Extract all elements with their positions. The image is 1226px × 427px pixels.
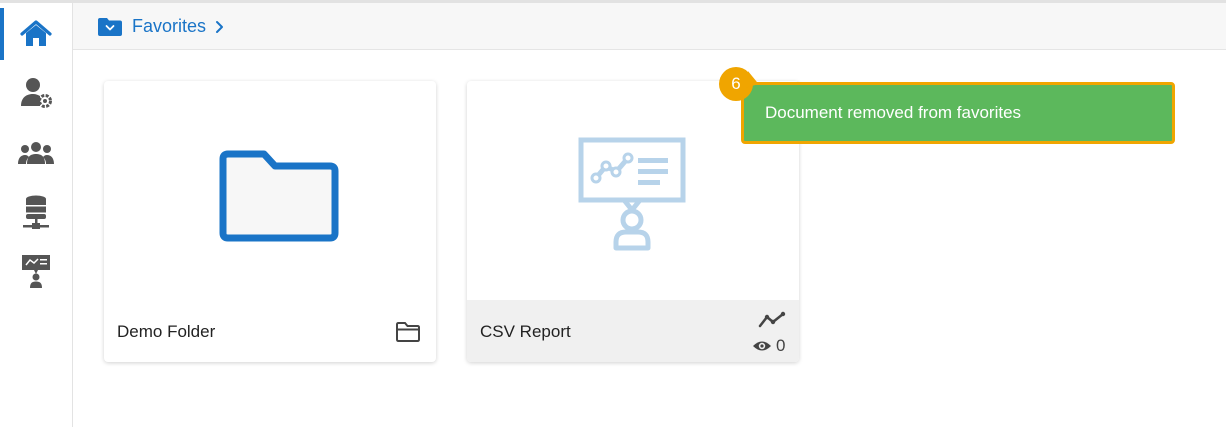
- database-network-icon: [23, 195, 49, 229]
- step-number: 6: [731, 74, 741, 93]
- step-badge: 6: [719, 67, 753, 101]
- sidebar-item-home[interactable]: [0, 8, 72, 60]
- toast-message: Document removed from favorites: [765, 103, 1022, 122]
- sidebar-item-presentation[interactable]: [0, 245, 72, 297]
- sidebar: [0, 3, 73, 427]
- card-thumbnail: [104, 81, 436, 300]
- folder-outline-icon: [396, 322, 420, 342]
- breadcrumb-bar: Favorites: [73, 3, 1226, 50]
- folder-dropdown-icon[interactable]: [97, 17, 123, 37]
- presentation-report-icon: [578, 137, 686, 250]
- breadcrumb-favorites-link[interactable]: Favorites: [132, 16, 206, 37]
- user-gear-icon: [21, 78, 52, 108]
- home-icon: [20, 20, 52, 46]
- breadcrumb: Favorites: [97, 16, 225, 37]
- eye-icon: [753, 341, 771, 351]
- sidebar-item-groups[interactable]: [0, 127, 72, 179]
- toast-notification: Document removed from favorites: [741, 82, 1175, 144]
- favorite-card-demo-folder[interactable]: Demo Folder: [104, 81, 436, 362]
- sidebar-item-data-connectors[interactable]: [0, 186, 72, 238]
- folder-large-icon: [219, 150, 338, 241]
- view-count-value: 0: [776, 336, 786, 355]
- presentation-user-icon: [22, 255, 50, 288]
- view-count: 0: [752, 336, 785, 356]
- users-group-icon: [18, 142, 54, 164]
- chevron-right-icon: [216, 20, 224, 33]
- card-title[interactable]: Demo Folder: [117, 322, 215, 342]
- card-title[interactable]: CSV Report: [480, 322, 571, 342]
- line-chart-icon: [758, 311, 786, 328]
- sidebar-item-user-settings[interactable]: [0, 66, 72, 118]
